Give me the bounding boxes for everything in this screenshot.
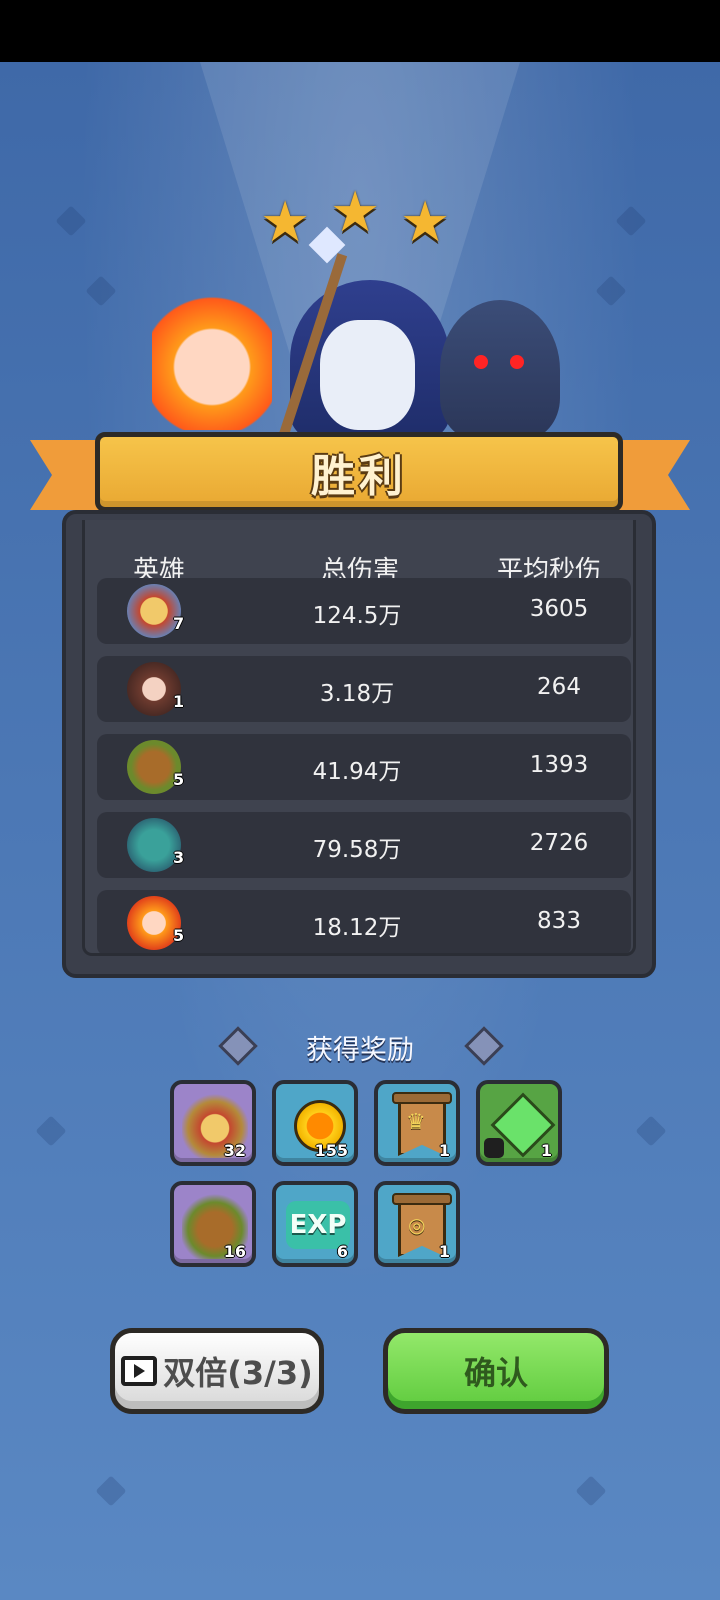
fire-spirit-hero-portrait xyxy=(152,290,272,430)
table-row: 3 79.58万 2726 xyxy=(97,812,631,878)
hero-level: 7 xyxy=(173,614,185,633)
reward-count: 1 xyxy=(438,1242,450,1261)
confirm-label: 确认 xyxy=(463,1354,528,1392)
avg-dps-value: 2726 xyxy=(529,830,589,856)
reward-count: 155 xyxy=(314,1141,348,1160)
banner-rod xyxy=(392,1092,452,1104)
status-bar xyxy=(0,0,720,62)
red-eye-icon xyxy=(474,355,488,369)
total-damage-value: 18.12万 xyxy=(312,915,402,941)
avg-dps-value: 264 xyxy=(537,674,581,700)
reward-slot[interactable]: 1 xyxy=(476,1080,562,1166)
total-damage-value: 41.94万 xyxy=(312,759,402,785)
total-damage-value: 79.58万 xyxy=(312,837,402,863)
reward-count: 1 xyxy=(438,1141,450,1160)
hero-level: 5 xyxy=(173,926,185,945)
table-row: 1 3.18万 264 xyxy=(97,656,631,722)
reward-slot[interactable]: EXP 6 xyxy=(272,1181,358,1267)
reward-slot[interactable]: 155 xyxy=(272,1080,358,1166)
reward-slot[interactable]: 16 xyxy=(170,1181,256,1267)
damage-stats-panel: 英雄 总伤害 平均秒伤 7 124.5万 3605 1 3.18万 264 5 … xyxy=(62,510,656,978)
crown-icon: ♛ xyxy=(406,1110,426,1135)
hero-level: 5 xyxy=(173,770,185,789)
table-row: 5 41.94万 1393 xyxy=(97,734,631,800)
reward-slot[interactable]: ◎ 1 xyxy=(374,1181,460,1267)
table-row: 7 124.5万 3605 xyxy=(97,578,631,644)
banner-rod xyxy=(392,1193,452,1205)
star-icon: ★ xyxy=(330,180,381,245)
dark-elf-hero-portrait xyxy=(440,300,560,440)
reward-count: 16 xyxy=(223,1242,246,1261)
red-eye-icon xyxy=(510,355,524,369)
ring-icon: ◎ xyxy=(408,1213,426,1237)
victory-banner: 胜利 xyxy=(95,432,623,512)
mage-face xyxy=(320,320,415,430)
victory-heroes-illustration xyxy=(140,226,580,440)
double-reward-button[interactable]: 双倍(3/3) xyxy=(110,1328,324,1414)
mage-hero-portrait xyxy=(278,226,450,440)
double-reward-label: 双倍(3/3) xyxy=(163,1354,313,1392)
hero-level: 3 xyxy=(173,848,185,867)
hero-level: 1 xyxy=(173,692,185,711)
tv-ad-icon xyxy=(121,1356,158,1386)
avg-dps-value: 833 xyxy=(537,908,581,934)
reward-slot[interactable]: ♛ 1 xyxy=(374,1080,460,1166)
confirm-button[interactable]: 确认 xyxy=(383,1328,609,1414)
rewards-header: 获得奖励 xyxy=(210,1020,510,1066)
reward-count: 6 xyxy=(336,1242,348,1261)
victory-title: 胜利 xyxy=(311,451,407,502)
total-damage-value: 124.5万 xyxy=(312,603,402,629)
avg-dps-value: 1393 xyxy=(529,752,589,778)
reward-count: 1 xyxy=(540,1141,552,1160)
reward-slot[interactable]: 32 xyxy=(170,1080,256,1166)
avg-dps-value: 3605 xyxy=(529,596,589,622)
table-row: 5 18.12万 833 xyxy=(97,890,631,953)
equipment-tag-icon xyxy=(484,1138,504,1158)
damage-stats-table[interactable]: 英雄 总伤害 平均秒伤 7 124.5万 3605 1 3.18万 264 5 … xyxy=(82,520,636,956)
reward-count: 32 xyxy=(223,1141,246,1160)
total-damage-value: 3.18万 xyxy=(319,681,395,707)
